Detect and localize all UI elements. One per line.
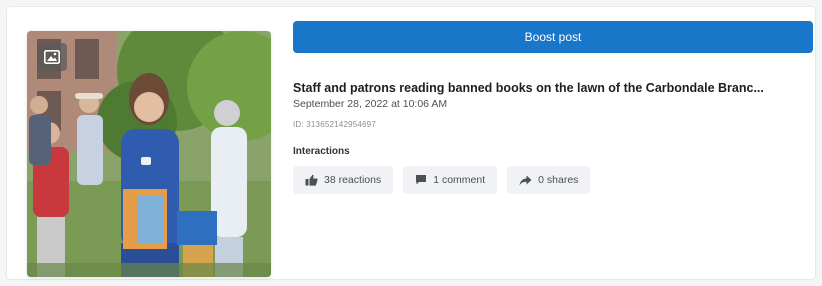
- reactions-label: 38 reactions: [324, 174, 382, 186]
- comment-icon: [416, 175, 427, 185]
- post-thumbnail[interactable]: [27, 31, 271, 277]
- interactions-heading: Interactions: [293, 146, 350, 157]
- thumbs-up-icon: [305, 174, 318, 186]
- share-icon: [519, 175, 532, 185]
- comments-chip[interactable]: 1 comment: [403, 166, 498, 194]
- reactions-chip[interactable]: 38 reactions: [293, 166, 394, 194]
- post-title[interactable]: Staff and patrons reading banned books o…: [293, 81, 813, 95]
- boost-post-button[interactable]: Boost post: [293, 21, 813, 53]
- post-date: September 28, 2022 at 10:06 AM: [293, 98, 448, 110]
- post-details: Boost post Staff and patrons reading ban…: [293, 21, 813, 194]
- post-card: Boost post Staff and patrons reading ban…: [6, 6, 816, 280]
- shares-label: 0 shares: [538, 174, 579, 186]
- post-id: ID: 313652142954697: [293, 120, 376, 129]
- image-icon: [37, 43, 67, 71]
- interactions-row: 38 reactions 1 comment 0 shares: [293, 166, 813, 194]
- comments-label: 1 comment: [433, 174, 486, 186]
- shares-chip[interactable]: 0 shares: [507, 166, 591, 194]
